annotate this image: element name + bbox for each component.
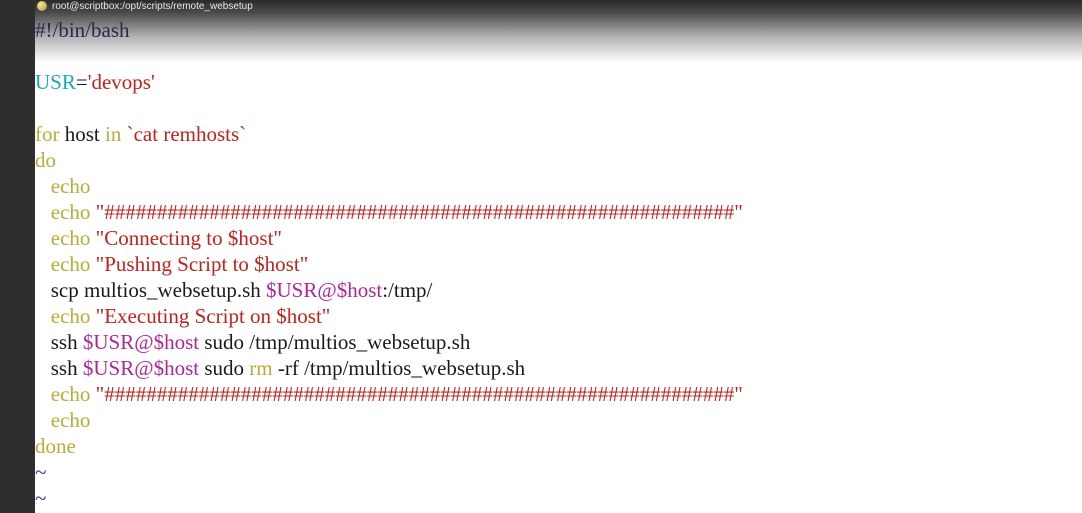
empty-line-tilde: ~ bbox=[35, 485, 1082, 511]
usr-value: 'devops' bbox=[87, 70, 155, 94]
echo-keyword: echo bbox=[50, 226, 91, 250]
left-window-edge bbox=[0, 0, 35, 513]
done-keyword: done bbox=[35, 434, 76, 458]
usr-ref: $USR bbox=[82, 356, 135, 380]
scp-command: scp multios_websetup.sh bbox=[50, 278, 266, 302]
terminal-app-icon bbox=[37, 1, 47, 11]
code-line-17: done bbox=[35, 433, 1082, 459]
in-keyword: in bbox=[105, 122, 122, 146]
at-sign: @ bbox=[317, 278, 337, 302]
echo-keyword: echo bbox=[50, 304, 91, 328]
at-sign: @ bbox=[134, 330, 154, 354]
window-title: root@scriptbox:/opt/scripts/remote_webse… bbox=[52, 1, 253, 12]
vim-editor[interactable]: #!/bin/bash USR='devops' for host in `ca… bbox=[35, 17, 1082, 511]
code-line-15: echo "##################################… bbox=[35, 381, 1082, 407]
code-line-11: scp multios_websetup.sh $USR@$host:/tmp/ bbox=[35, 277, 1082, 303]
code-line-5: for host in `cat remhosts` bbox=[35, 121, 1082, 147]
host-var: $host bbox=[276, 304, 322, 328]
usr-ref: $USR bbox=[82, 330, 135, 354]
backtick-cmd: `cat remhosts` bbox=[121, 122, 247, 146]
scp-destination: :/tmp/ bbox=[382, 278, 433, 302]
code-line-12: echo "Executing Script on $host" bbox=[35, 303, 1082, 329]
tilde-marker: ~ bbox=[35, 486, 47, 510]
ssh-command: ssh bbox=[50, 356, 83, 380]
quote-close: " bbox=[273, 226, 282, 250]
usr-var-name: USR bbox=[35, 70, 76, 94]
code-line-6: do bbox=[35, 147, 1082, 173]
for-keyword: for bbox=[35, 122, 60, 146]
pushing-string: "Pushing Script to bbox=[95, 252, 255, 276]
code-line-9: echo "Connecting to $host" bbox=[35, 225, 1082, 251]
code-line-3: USR='devops' bbox=[35, 69, 1082, 95]
connecting-string: "Connecting to bbox=[95, 226, 228, 250]
quote-close: " bbox=[299, 252, 309, 276]
do-keyword: do bbox=[35, 148, 56, 172]
code-line-1: #!/bin/bash bbox=[35, 17, 1082, 43]
code-line-7: echo bbox=[35, 173, 1082, 199]
empty-line-tilde: ~ bbox=[35, 459, 1082, 485]
host-var: $host bbox=[227, 226, 274, 250]
echo-keyword: echo bbox=[50, 174, 91, 198]
echo-keyword: echo bbox=[50, 382, 91, 406]
sudo: sudo bbox=[199, 356, 250, 380]
code-line-10: echo "Pushing Script to $host" bbox=[35, 251, 1082, 277]
tilde-marker: ~ bbox=[35, 460, 47, 484]
echo-keyword: echo bbox=[50, 408, 91, 432]
quote-close: " bbox=[321, 304, 331, 328]
code-line-13: ssh $USR@$host sudo /tmp/multios_websetu… bbox=[35, 329, 1082, 355]
host-var: $host bbox=[153, 356, 200, 380]
usr-ref: $USR bbox=[266, 278, 318, 302]
rm-keyword: rm bbox=[249, 356, 273, 380]
code-line-8: echo "##################################… bbox=[35, 199, 1082, 225]
loop-var: host bbox=[59, 122, 106, 146]
usr-equals: = bbox=[75, 70, 88, 94]
terminal-window: root@scriptbox:/opt/scripts/remote_webse… bbox=[0, 0, 1082, 513]
code-line-16: echo bbox=[35, 407, 1082, 433]
hash-string: "#######################################… bbox=[95, 382, 743, 406]
shebang: #!/bin/bash bbox=[35, 18, 130, 42]
echo-keyword: echo bbox=[50, 200, 91, 224]
sudo-setup: sudo /tmp/multios_websetup.sh bbox=[199, 330, 471, 354]
hash-string: "#######################################… bbox=[95, 200, 743, 224]
host-var: $host bbox=[336, 278, 383, 302]
at-sign: @ bbox=[134, 356, 154, 380]
host-var: $host bbox=[254, 252, 300, 276]
ssh-command: ssh bbox=[50, 330, 83, 354]
code-line-14: ssh $USR@$host sudo rm -rf /tmp/multios_… bbox=[35, 355, 1082, 381]
executing-string: "Executing Script on bbox=[95, 304, 277, 328]
host-var: $host bbox=[153, 330, 200, 354]
echo-keyword: echo bbox=[50, 252, 91, 276]
rm-args: -rf /tmp/multios_websetup.sh bbox=[272, 356, 526, 380]
